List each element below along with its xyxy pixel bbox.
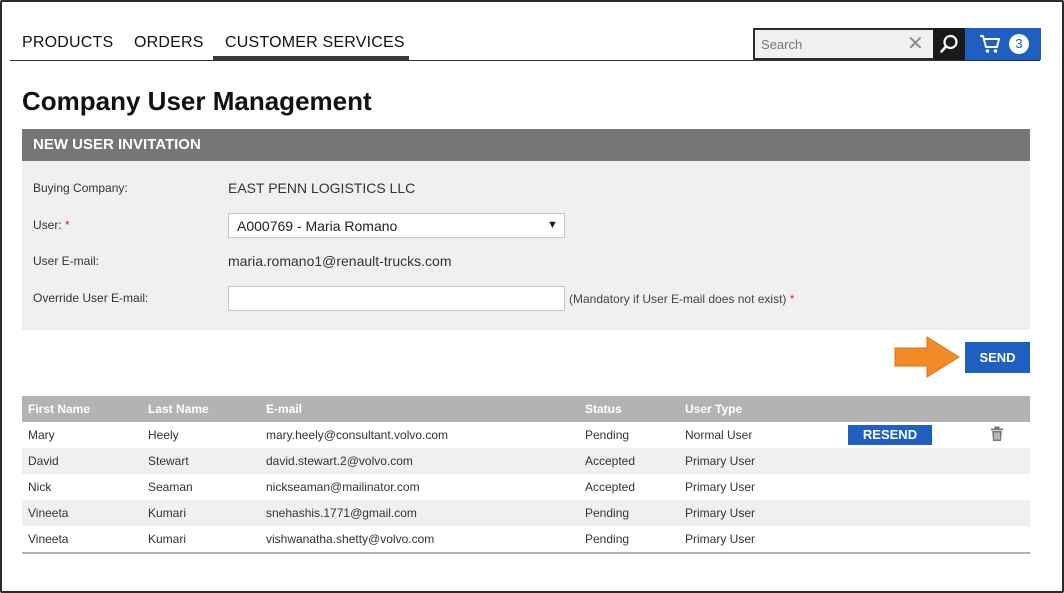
users-table-header: First Name Last Name E-mail Status User … <box>22 396 1030 422</box>
cell-status: Pending <box>585 428 630 442</box>
buying-company-value: EAST PENN LOGISTICS LLC <box>228 180 416 196</box>
user-email-value: maria.romano1@renault-trucks.com <box>228 253 452 269</box>
table-row: Vineeta Kumari vishwanatha.shetty@volvo.… <box>22 526 1030 552</box>
resend-button[interactable]: RESEND <box>848 425 932 445</box>
cell-user-type: Primary User <box>685 506 756 520</box>
search-icon <box>940 34 958 53</box>
cart-icon <box>980 35 1000 53</box>
table-row: Mary Heely mary.heely@consultant.volvo.c… <box>22 422 1030 448</box>
invitation-header-label: NEW USER INVITATION <box>33 136 201 153</box>
active-tab-indicator <box>213 56 409 60</box>
user-label: User: * <box>33 218 70 232</box>
cell-last-name: Kumari <box>148 532 187 546</box>
table-row: Nick Seaman nickseaman@mailinator.com Ac… <box>22 474 1030 500</box>
col-status: Status <box>585 402 622 416</box>
cell-last-name: Heely <box>148 428 179 442</box>
cell-last-name: Stewart <box>148 454 189 468</box>
cell-status: Pending <box>585 532 630 546</box>
cell-user-type: Primary User <box>685 480 756 494</box>
cell-email: snehashis.1771@gmail.com <box>266 506 417 520</box>
nav-products[interactable]: PRODUCTS <box>22 34 113 52</box>
cell-status: Accepted <box>585 480 636 494</box>
table-bottom-border <box>22 552 1030 554</box>
page-title: Company User Management <box>22 86 372 116</box>
buying-company-label: Buying Company: <box>33 181 128 195</box>
col-email: E-mail <box>266 402 303 416</box>
col-user-type: User Type <box>685 402 743 416</box>
override-email-label: Override User E-mail: <box>33 291 149 305</box>
cell-first-name: David <box>28 454 59 468</box>
invitation-panel: Buying Company: EAST PENN LOGISTICS LLC … <box>22 161 1030 330</box>
user-select[interactable]: A000769 - Maria Romano ▼ <box>228 213 565 238</box>
cell-first-name: Nick <box>28 480 52 494</box>
cell-user-type: Primary User <box>685 532 756 546</box>
cell-last-name: Kumari <box>148 506 187 520</box>
table-row: David Stewart david.stewart.2@volvo.com … <box>22 448 1030 474</box>
invitation-header: NEW USER INVITATION <box>22 129 1030 161</box>
override-email-input[interactable] <box>228 286 565 311</box>
search-button[interactable] <box>933 28 965 60</box>
trash-icon[interactable] <box>990 426 1004 442</box>
nav-orders[interactable]: ORDERS <box>134 34 204 52</box>
cell-first-name: Vineeta <box>28 532 69 546</box>
cell-first-name: Mary <box>28 428 55 442</box>
cell-email: david.stewart.2@volvo.com <box>266 454 413 468</box>
cell-first-name: Vineeta <box>28 506 69 520</box>
cell-user-type: Normal User <box>685 428 753 442</box>
cell-last-name: Seaman <box>148 480 193 494</box>
table-row: Vineeta Kumari snehashis.1771@gmail.com … <box>22 500 1030 526</box>
nav-customer-services[interactable]: CUSTOMER SERVICES <box>225 34 405 52</box>
mandatory-note: (Mandatory if User E-mail does not exist… <box>569 292 795 306</box>
cell-status: Accepted <box>585 454 636 468</box>
clear-search-icon[interactable]: ✕ <box>907 34 924 54</box>
cell-email: nickseaman@mailinator.com <box>266 480 420 494</box>
cart-button[interactable]: 3 <box>965 28 1041 60</box>
user-select-value: A000769 - Maria Romano <box>237 218 398 234</box>
cell-user-type: Primary User <box>685 454 756 468</box>
cart-count-badge: 3 <box>1009 34 1029 54</box>
col-first-name: First Name <box>28 402 91 416</box>
required-marker: * <box>65 218 70 232</box>
search-box: ✕ <box>753 28 934 60</box>
col-last-name: Last Name <box>148 402 209 416</box>
cell-status: Pending <box>585 506 630 520</box>
user-email-label: User E-mail: <box>33 254 100 268</box>
search-input[interactable] <box>755 30 900 58</box>
cell-email: vishwanatha.shetty@volvo.com <box>266 532 435 546</box>
dropdown-arrow-icon: ▼ <box>547 219 558 231</box>
cell-email: mary.heely@consultant.volvo.com <box>266 428 449 442</box>
callout-arrow-icon <box>894 336 960 378</box>
send-button[interactable]: SEND <box>965 342 1030 373</box>
